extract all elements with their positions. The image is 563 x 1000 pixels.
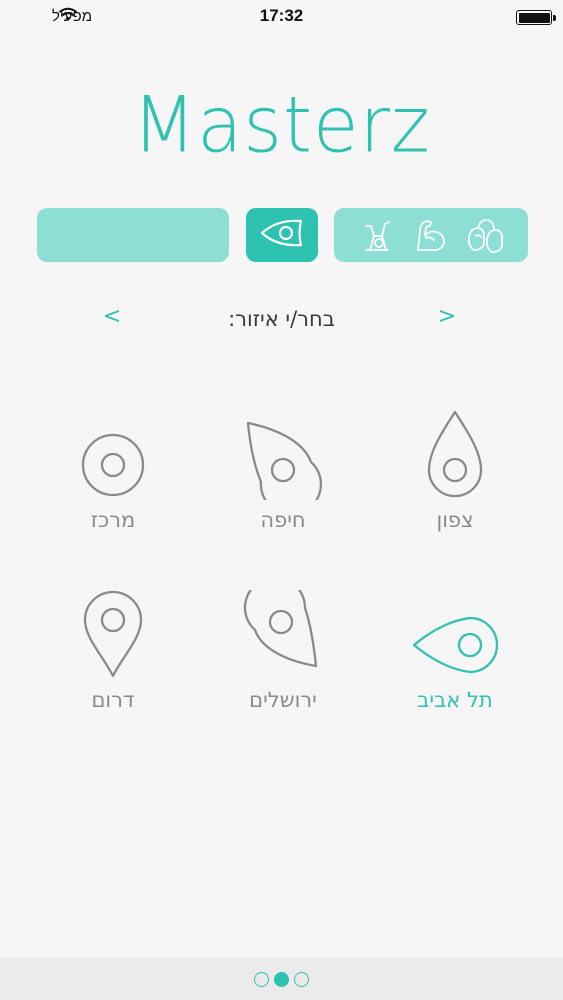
location-eye-pin-icon: [259, 217, 305, 253]
region-center[interactable]: מרכז: [43, 410, 183, 550]
region-title: בחר/י איזור:: [228, 307, 335, 331]
boxing-gloves-icon[interactable]: [464, 213, 508, 257]
region-label: צפון: [436, 508, 474, 532]
search-input[interactable]: [37, 208, 229, 262]
pin-tilted-down-right-icon: [223, 590, 343, 680]
page-dot-1[interactable]: [254, 971, 269, 987]
pin-down-icon: [53, 590, 173, 680]
region-tel-aviv[interactable]: תל אביב: [385, 590, 525, 730]
page-indicator: [0, 958, 563, 1000]
region-haifa[interactable]: חיפה: [213, 410, 353, 550]
flexed-arm-icon[interactable]: [409, 213, 453, 257]
exercise-bike-icon[interactable]: [355, 213, 399, 257]
app-logo: Masterz: [132, 79, 431, 171]
pin-tilted-up-left-icon: [223, 410, 343, 500]
region-label: דרום: [91, 688, 135, 712]
region-label: מרכז: [90, 508, 136, 532]
pin-up-icon: [395, 410, 515, 500]
filter-bar: [0, 208, 563, 262]
region-label: חיפה: [260, 508, 306, 532]
next-region-button[interactable]: >: [432, 304, 462, 329]
status-bar: מפעיל 17:32: [0, 0, 563, 36]
battery-icon: [516, 10, 556, 25]
region-north[interactable]: צפון: [385, 410, 525, 550]
region-label: תל אביב: [417, 688, 493, 712]
page-dot-3[interactable]: [294, 971, 309, 987]
region-label: ירושלים: [249, 688, 317, 712]
clock: 17:32: [259, 6, 304, 25]
category-selector: [334, 208, 528, 262]
page-dot-2[interactable]: [274, 971, 289, 987]
region-south[interactable]: דרום: [43, 590, 183, 730]
region-navigation: < בחר/י איזור: >: [0, 300, 563, 340]
location-toggle-button[interactable]: [246, 208, 318, 262]
region-jerusalem[interactable]: ירושלים: [213, 590, 353, 730]
pin-circle-icon: [53, 410, 173, 500]
pin-left-icon: [395, 590, 515, 680]
